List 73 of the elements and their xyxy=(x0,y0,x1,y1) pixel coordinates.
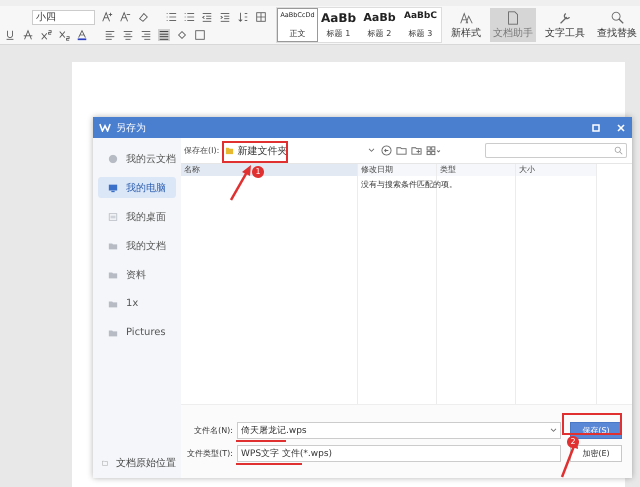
file-name-field[interactable]: 倚天屠龙记.wps xyxy=(237,422,561,438)
search-field[interactable] xyxy=(485,143,627,158)
sidebar-item[interactable]: 我的桌面 xyxy=(98,206,176,227)
folder-up-icon[interactable] xyxy=(396,145,408,156)
underline-mark xyxy=(236,440,286,442)
sort-icon[interactable] xyxy=(237,11,249,23)
dialog-title: 另存为 xyxy=(116,122,146,134)
view-grid-icon[interactable] xyxy=(426,145,442,156)
folder-icon xyxy=(108,270,118,280)
column-header[interactable]: 大小 xyxy=(516,164,596,176)
pointer-arrow xyxy=(230,165,251,201)
cloud-icon xyxy=(108,154,118,164)
wrench-icon xyxy=(557,10,573,26)
sidebar-item[interactable]: 我的云文档 xyxy=(98,148,176,169)
original-location-link[interactable]: 文档原始位置 xyxy=(98,456,176,470)
new-folder-icon[interactable] xyxy=(411,145,422,156)
eraser-icon[interactable] xyxy=(137,11,149,23)
desktop-icon xyxy=(108,212,118,222)
sidebar-item[interactable]: Pictures xyxy=(98,322,176,343)
sidebar-item[interactable]: 我的文档 xyxy=(98,235,176,256)
empty-message: 没有与搜索条件匹配的项。 xyxy=(361,179,457,190)
highlight-frame xyxy=(222,141,288,163)
shrink-font-icon[interactable] xyxy=(119,11,131,23)
justify-icon[interactable] xyxy=(158,28,170,40)
maximize-icon[interactable] xyxy=(591,122,601,132)
style-preset[interactable]: AaBb 标题 2 xyxy=(359,8,400,42)
bullet-list-icon[interactable] xyxy=(165,11,177,23)
strikethrough-icon[interactable] xyxy=(22,28,34,40)
document-icon xyxy=(505,10,521,26)
superscript-icon[interactable] xyxy=(40,28,52,40)
file-type-label: 文件类型(T): xyxy=(186,448,233,458)
letter-a-icon xyxy=(458,10,474,26)
save-in-dropdown[interactable]: 新建文件夹 xyxy=(223,144,378,158)
grow-font-icon[interactable] xyxy=(101,11,113,23)
highlight-frame xyxy=(562,413,622,435)
back-icon[interactable] xyxy=(381,145,392,156)
subscript-icon[interactable] xyxy=(58,28,70,40)
sidebar-item[interactable]: 1x xyxy=(98,293,176,314)
table-icon[interactable] xyxy=(255,11,267,23)
save-in-label: 保存在(I): xyxy=(184,145,220,156)
column-header[interactable]: 修改日期 xyxy=(358,164,436,176)
folder-icon xyxy=(225,146,234,155)
ribbon-tool-button[interactable]: 新样式 xyxy=(448,8,484,42)
search-icon xyxy=(614,146,623,155)
numbered-list-icon[interactable] xyxy=(183,11,195,23)
column-header[interactable]: 类型 xyxy=(437,164,515,176)
file-name-label: 文件名(N): xyxy=(193,424,233,436)
search-icon xyxy=(609,10,625,26)
ribbon-tool-button[interactable]: 查找替换 xyxy=(594,8,640,42)
sidebar-item[interactable]: 我的电脑 xyxy=(98,177,176,198)
indent-icon[interactable] xyxy=(219,11,231,23)
folder-icon xyxy=(108,298,118,308)
underline-icon[interactable] xyxy=(4,28,16,40)
monitor-icon xyxy=(108,182,118,192)
folder-icon xyxy=(108,328,118,338)
outdent-icon[interactable] xyxy=(201,11,213,23)
close-icon[interactable] xyxy=(616,122,626,132)
folder-icon xyxy=(108,240,118,250)
sidebar-item[interactable]: 资料 xyxy=(98,264,176,285)
fill-icon[interactable] xyxy=(176,28,188,40)
font-size-field[interactable]: 小四 xyxy=(32,10,95,24)
underline-mark xyxy=(236,463,302,465)
font-color-icon[interactable] xyxy=(76,28,88,40)
border-icon[interactable] xyxy=(194,28,206,40)
app-logo-icon xyxy=(99,123,111,132)
align-right-icon[interactable] xyxy=(140,28,152,40)
encrypt-button[interactable]: 加密(E) xyxy=(570,444,622,462)
file-type-dropdown[interactable]: WPS文字 文件(*.wps) xyxy=(237,444,561,462)
style-preset[interactable]: AaBb 标题 1 xyxy=(318,8,359,42)
ribbon-tool-button[interactable]: 文字工具 xyxy=(542,8,588,42)
style-preset[interactable]: AaBbC 标题 3 xyxy=(400,8,441,42)
align-left-icon[interactable] xyxy=(104,28,116,40)
align-center-icon[interactable] xyxy=(122,28,134,40)
